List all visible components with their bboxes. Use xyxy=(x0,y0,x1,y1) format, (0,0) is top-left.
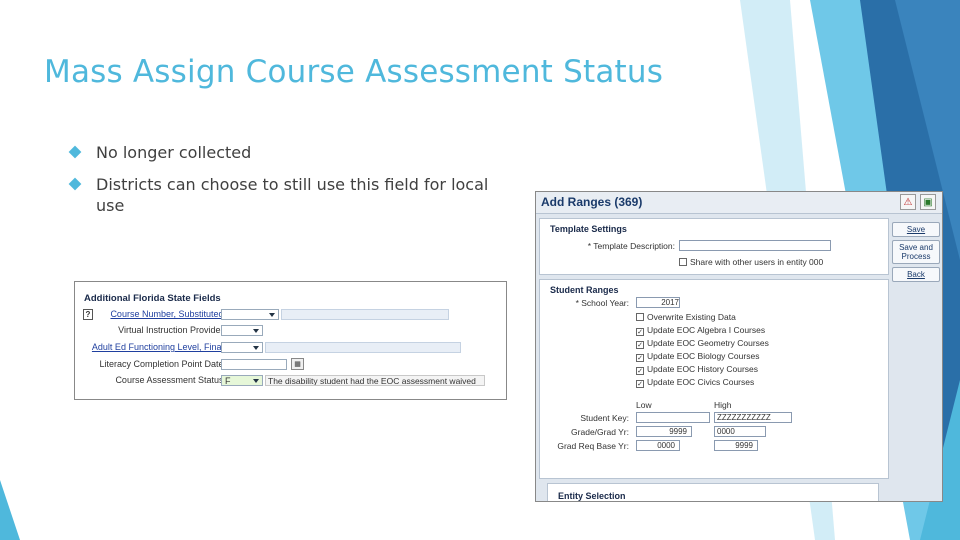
checkbox-label: Update EOC Biology Courses xyxy=(647,351,760,361)
virtual-provider-select[interactable] xyxy=(221,325,263,336)
chevron-down-icon xyxy=(253,379,259,383)
save-and-process-button[interactable]: Save and Process xyxy=(892,240,940,264)
diamond-bullet-icon xyxy=(68,177,82,191)
bullet-text: Districts can choose to still use this f… xyxy=(96,175,489,215)
section-heading: Student Ranges xyxy=(550,285,619,295)
checkbox-label: Update EOC Geometry Courses xyxy=(647,338,769,348)
window-titlebar: Add Ranges (369) ⚠ ▣ xyxy=(536,192,942,214)
chevron-down-icon xyxy=(269,313,275,317)
bullet-text: No longer collected xyxy=(96,143,252,162)
checkmark-icon: ✓ xyxy=(636,341,644,349)
share-label: Share with other users in entity 000 xyxy=(690,257,824,267)
checkbox-label: Update EOC Civics Courses xyxy=(647,377,755,387)
section-heading: Template Settings xyxy=(550,224,627,234)
field-label-link[interactable]: Adult Ed Functioning Level, Final: xyxy=(92,342,226,352)
checkbox-label: Overwrite Existing Data xyxy=(647,312,736,322)
field-row-assessment-status: Course Assessment Status: F The disabili… xyxy=(83,375,503,387)
field-row-course-number: ? Course Number, Substituted: xyxy=(83,309,503,321)
field-label: Literacy Completion Point Date: xyxy=(99,359,226,369)
entity-selection-box: Entity Selection xyxy=(547,483,879,501)
low-column-label: Low xyxy=(636,400,652,410)
chevron-down-icon xyxy=(253,346,259,350)
assessment-status-select[interactable]: F xyxy=(221,375,263,386)
checkbox-icon xyxy=(679,258,687,266)
field-row-virtual-provider: Virtual Instruction Provider: xyxy=(83,325,503,337)
section-heading: Entity Selection xyxy=(558,491,626,501)
template-description-input[interactable] xyxy=(679,240,831,251)
bullet-item: Districts can choose to still use this f… xyxy=(68,174,510,216)
diamond-bullet-icon xyxy=(68,145,82,159)
checkbox-label: Update EOC Algebra I Courses xyxy=(647,325,766,335)
assessment-status-value: F xyxy=(225,376,231,386)
checkbox-row[interactable]: ✓ Update EOC Biology Courses xyxy=(636,351,759,362)
school-year-label: * School Year: xyxy=(575,298,629,308)
grad-base-low-input[interactable]: 0000 xyxy=(636,440,680,451)
course-number-select[interactable] xyxy=(221,309,279,320)
school-year-input[interactable]: 2017 xyxy=(636,297,680,308)
adult-ed-level-select[interactable] xyxy=(221,342,263,353)
field-label: Course Assessment Status: xyxy=(115,375,226,385)
grad-base-high-input[interactable]: 9999 xyxy=(714,440,758,451)
back-button[interactable]: Back xyxy=(892,267,940,282)
grade-low-input[interactable]: 9999 xyxy=(636,426,692,437)
template-settings-box: Template Settings * Template Description… xyxy=(539,218,889,275)
range-row-label: Student Key: xyxy=(580,413,629,423)
slide-title: Mass Assign Course Assessment Status xyxy=(44,54,664,90)
decorative-left-triangle xyxy=(0,480,20,540)
section-header: Additional Florida State Fields xyxy=(84,293,221,304)
window-title: Add Ranges (369) xyxy=(541,195,643,209)
checkbox-icon xyxy=(636,313,644,321)
range-row-label: Grad Req Base Yr: xyxy=(557,441,629,451)
student-ranges-box: Student Ranges * School Year: 2017 Overw… xyxy=(539,279,889,479)
field-row-adult-ed-level: Adult Ed Functioning Level, Final: xyxy=(83,342,503,354)
share-checkbox[interactable]: Share with other users in entity 000 xyxy=(679,257,823,267)
checkbox-row[interactable]: ✓ Update EOC Algebra I Courses xyxy=(636,325,765,336)
checkbox-row[interactable]: ✓ Update EOC Geometry Courses xyxy=(636,338,769,349)
export-icon[interactable]: ▣ xyxy=(920,194,936,210)
student-key-low-input[interactable] xyxy=(636,412,710,423)
bullet-item: No longer collected xyxy=(68,142,510,163)
student-key-high-input[interactable]: ZZZZZZZZZZZ xyxy=(714,412,792,423)
checkmark-icon: ✓ xyxy=(636,367,644,375)
literacy-date-input[interactable] xyxy=(221,359,287,370)
add-ranges-screenshot: Add Ranges (369) ⚠ ▣ Template Settings * … xyxy=(535,191,943,502)
florida-state-fields-screenshot: Additional Florida State Fields ? Course… xyxy=(74,281,507,400)
checkbox-row[interactable]: ✓ Update EOC Civics Courses xyxy=(636,377,754,388)
field-label-link[interactable]: Course Number, Substituted: xyxy=(110,309,226,319)
high-column-label: High xyxy=(714,400,732,410)
action-buttons: Save Save and Process Back xyxy=(892,222,940,285)
help-icon[interactable]: ? xyxy=(83,309,93,320)
checkbox-row[interactable]: ✓ Update EOC History Courses xyxy=(636,364,758,375)
field-row-literacy-date: Literacy Completion Point Date: ▦ xyxy=(83,358,503,371)
checkmark-icon: ✓ xyxy=(636,380,644,388)
field-label: Virtual Instruction Provider: xyxy=(118,325,226,335)
grade-high-input[interactable]: 0000 xyxy=(714,426,766,437)
range-row-label: Grade/Grad Yr: xyxy=(571,427,629,437)
checkmark-icon: ✓ xyxy=(636,354,644,362)
checkmark-icon: ✓ xyxy=(636,328,644,336)
checkbox-label: Update EOC History Courses xyxy=(647,364,759,374)
adult-ed-level-description xyxy=(265,342,461,353)
warning-icon[interactable]: ⚠ xyxy=(900,194,916,210)
chevron-down-icon xyxy=(253,329,259,333)
save-button[interactable]: Save xyxy=(892,222,940,237)
template-description-label: * Template Description: xyxy=(587,241,675,251)
titlebar-icons: ⚠ ▣ xyxy=(896,194,936,210)
form-area: Template Settings * Template Description… xyxy=(539,218,889,501)
assessment-status-description: The disability student had the EOC asses… xyxy=(265,375,485,386)
checkbox-row[interactable]: Overwrite Existing Data xyxy=(636,312,736,322)
course-number-description xyxy=(281,309,449,320)
bullet-list: No longer collected Districts can choose… xyxy=(68,142,510,227)
calendar-icon[interactable]: ▦ xyxy=(291,358,304,370)
